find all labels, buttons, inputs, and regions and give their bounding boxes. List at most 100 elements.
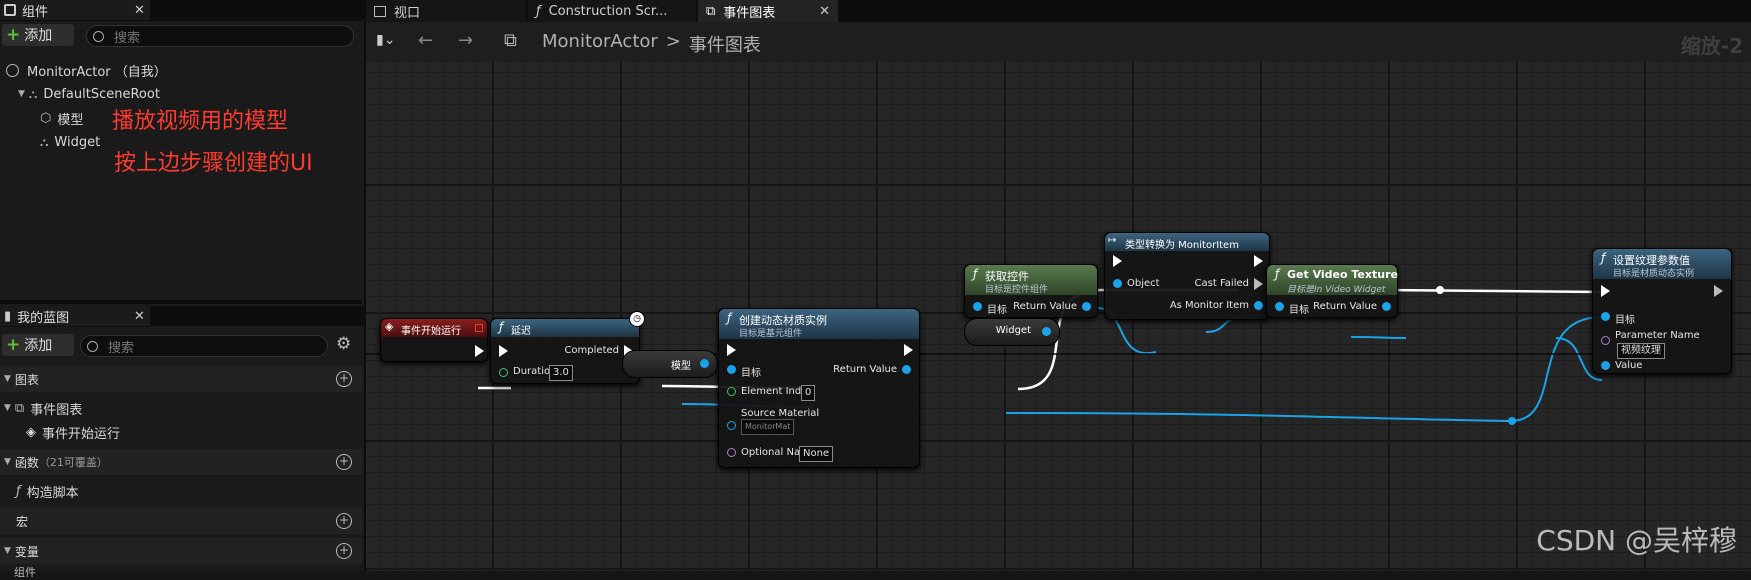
as-monitor-item-label: As Monitor Item [1169, 300, 1249, 311]
component-search-input[interactable]: 搜索 [86, 25, 354, 47]
as-monitor-item-pin[interactable] [1254, 301, 1263, 310]
target-pin[interactable] [1601, 312, 1610, 321]
panel-divider[interactable] [0, 300, 362, 304]
exec-in-pin[interactable] [727, 344, 736, 356]
add-function-icon[interactable]: + [336, 454, 352, 470]
chevron-down-icon: ▼ [4, 403, 11, 413]
node-model-variable[interactable]: 模型 [622, 350, 718, 378]
functions-note: （21可覆盖） [38, 456, 108, 469]
source-material-label: Source Material [741, 408, 820, 419]
add-graph-icon[interactable]: + [336, 371, 352, 387]
source-material-select[interactable]: MonitorMat [741, 419, 795, 435]
bookmark-icon[interactable]: ▮⌄ [376, 32, 395, 48]
chevron-down-icon: ▼ [4, 374, 11, 384]
tree-item-widget[interactable]: ⛬ Widget [40, 132, 100, 152]
node-get-video-texture[interactable]: ƒ Get Video Texture 目标是In Video Widget 目… [1266, 264, 1398, 318]
section-functions[interactable]: ▼ 函数 （21可覆盖） + [0, 449, 362, 475]
node-cast-monitor-item[interactable]: ↦ 类型转换为 MonitorItem Object Cast Failed A… [1104, 232, 1270, 320]
graph-canvas[interactable]: ◈ 事件开始运行 ƒ 延迟 ◷ Completed Duration 3.0 模… [366, 62, 1751, 571]
close-icon[interactable]: ✕ [819, 4, 830, 19]
components-subsection[interactable]: 组件 [14, 564, 36, 580]
function-icon: ƒ [727, 311, 732, 325]
node-widget-variable[interactable]: Widget [964, 318, 1060, 346]
node-set-texture-param[interactable]: ƒ 设置纹理参数值 目标是材质动态实例 目标 Parameter Name 视频… [1592, 248, 1732, 374]
target-pin[interactable] [727, 365, 736, 374]
my-blueprint-tab[interactable]: ▮ 我的蓝图 ✕ [0, 306, 150, 327]
node-header: ƒ 获取控件 目标是控件组件 [965, 265, 1097, 295]
begin-play-title: 事件开始运行 [401, 326, 461, 337]
close-icon[interactable]: ✕ [134, 3, 145, 18]
return-value-pin[interactable] [1082, 302, 1091, 311]
duration-pin[interactable] [499, 368, 508, 377]
add-blueprint-item-button[interactable]: + 添加 [2, 334, 74, 356]
element-index-input[interactable]: 0 [801, 385, 816, 401]
blueprint-search-input[interactable]: 搜索 [80, 335, 328, 357]
chevron-down-icon: ▼ [4, 457, 11, 467]
element-index-pin[interactable] [727, 387, 736, 396]
settings-gear-icon[interactable]: ⚙ [336, 334, 351, 354]
tab-strip-empty [150, 0, 364, 20]
section-variables[interactable]: ▼ 变量 + [0, 538, 362, 564]
begin-play-item[interactable]: ◈ 事件开始运行 [26, 422, 120, 442]
reroute-node [1508, 417, 1516, 425]
exec-out-pin[interactable] [1714, 285, 1723, 297]
root-actor-label: MonitorActor （自我） [27, 64, 167, 80]
annotation-model: 播放视频用的模型 [112, 109, 289, 134]
section-graphs[interactable]: ▼ 图表 + [0, 366, 362, 392]
chevron-down-icon: ▼ [18, 89, 25, 99]
tab-event-graph[interactable]: ⧉ 事件图表 ✕ [698, 0, 838, 22]
optional-name-input[interactable]: None [799, 446, 834, 462]
target-label: 目标 [1615, 315, 1635, 326]
tree-scene-root[interactable]: ▼ ⛬ DefaultSceneRoot [18, 84, 160, 104]
cast-failed-pin[interactable] [1254, 278, 1263, 290]
tab-viewport[interactable]: 视口 [366, 0, 526, 22]
exec-in-pin[interactable] [499, 345, 508, 357]
book-icon: ▮ [4, 308, 12, 324]
add-component-button[interactable]: + 添加 [2, 24, 74, 46]
get-video-title: Get Video Texture [1287, 268, 1398, 281]
target-pin[interactable] [1275, 302, 1284, 311]
data-wire [1005, 316, 1603, 423]
exec-in-pin[interactable] [1601, 285, 1610, 297]
event-graph-item[interactable]: ▼ ⧉ 事件图表 [4, 398, 82, 418]
param-name-input[interactable]: 视频纹理 [1617, 343, 1665, 359]
breadcrumb-root[interactable]: MonitorActor [542, 31, 658, 57]
delegate-pin-icon[interactable] [475, 324, 483, 332]
tree-root-actor[interactable]: MonitorActor （自我） [6, 60, 167, 80]
node-get-widget[interactable]: ƒ 获取控件 目标是控件组件 目标 Return Value [964, 264, 1098, 318]
back-arrow-icon[interactable]: ← [418, 30, 433, 51]
exec-in-pin[interactable] [1113, 255, 1122, 267]
exec-out-pin[interactable] [475, 345, 484, 357]
return-value-pin[interactable] [902, 365, 911, 374]
param-name-pin[interactable] [1601, 336, 1610, 345]
node-delay[interactable]: ƒ 延迟 ◷ Completed Duration 3.0 [490, 311, 645, 384]
tab-construction-label: Construction Scr... [548, 3, 668, 19]
optional-name-pin[interactable] [727, 448, 736, 457]
object-pin[interactable] [1113, 279, 1122, 288]
node-begin-play[interactable]: ◈ 事件开始运行 [380, 318, 488, 362]
target-pin[interactable] [973, 302, 982, 311]
widget-out-pin[interactable] [1042, 327, 1051, 336]
event-diamond-icon: ◈ [385, 320, 394, 333]
section-macros[interactable]: 宏 + [0, 508, 362, 534]
node-header: ◈ 事件开始运行 [381, 319, 487, 337]
close-icon[interactable]: ✕ [134, 309, 145, 324]
construction-script-item[interactable]: ƒ 构造脚本 [16, 481, 79, 501]
tab-construction-script[interactable]: ƒ Construction Scr... [528, 0, 696, 22]
cast-icon: ↦ [1108, 235, 1117, 246]
source-material-pin[interactable] [727, 421, 736, 430]
node-create-dynamic-material[interactable]: ƒ 创建动态材质实例 目标是基元组件 目标 Return Value Eleme… [718, 308, 920, 468]
return-value-pin[interactable] [1382, 302, 1391, 311]
model-out-pin[interactable] [700, 359, 709, 368]
search-icon [87, 340, 98, 352]
add-macro-icon[interactable]: + [336, 513, 352, 529]
tree-item-model[interactable]: ⬡ 模型 [40, 108, 83, 128]
exec-out-pin[interactable] [1254, 255, 1263, 267]
my-blueprint-title: 我的蓝图 [17, 310, 70, 326]
duration-input[interactable]: 3.0 [549, 365, 573, 381]
add-variable-icon[interactable]: + [336, 543, 352, 559]
forward-arrow-icon[interactable]: → [458, 30, 473, 51]
exec-out-pin[interactable] [904, 344, 913, 356]
actor-icon [6, 63, 19, 77]
value-pin[interactable] [1601, 361, 1610, 370]
